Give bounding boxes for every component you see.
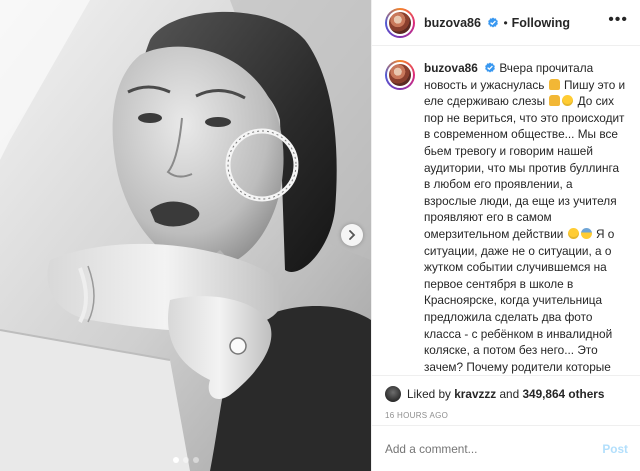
liker-username[interactable]: kravzzz [454,387,496,401]
caption-text: Я о ситуации, даже не о ситуации, а о жу… [424,226,615,374]
crying-face-emoji-icon [567,227,579,239]
post-photo [0,0,371,471]
praying-hands-emoji-icon [548,78,560,90]
caption-username[interactable]: buzova86 [424,61,478,75]
post-media[interactable] [0,0,371,471]
carousel-dot [182,457,189,463]
instagram-post: buzova86 • Following ••• buzova86 Вчера … [0,0,640,471]
liked-by-label: Liked by [407,387,451,401]
post-timestamp[interactable]: 16 HOURS AGO [385,411,628,420]
post-side-panel: buzova86 • Following ••• buzova86 Вчера … [371,0,640,471]
verified-badge-icon [485,62,495,73]
add-comment-bar: Post [372,425,640,471]
carousel-dot [172,457,179,463]
likes-section: Liked by kravzzz and 349,864 others 16 H… [372,375,640,425]
post-caption: buzova86 Вчера прочитала новость и ужасн… [424,60,628,375]
comment-input[interactable] [385,441,603,456]
likes-and-label: and [499,387,520,401]
liker-avatar[interactable] [385,386,401,402]
author-username[interactable]: buzova86 [424,16,499,30]
carousel-next-button[interactable] [341,224,363,246]
header-separator: • [503,15,508,30]
likes-count[interactable]: 349,864 others [522,387,604,401]
username-text[interactable]: buzova86 [424,16,481,30]
praying-hands-emoji-icon [549,95,561,107]
carousel-dot [192,457,199,463]
more-options-icon[interactable]: ••• [608,11,628,31]
caption-text: До сих пор не вериться, что это происход… [424,94,625,241]
author-avatar[interactable] [385,7,415,38]
comments-section: buzova86 Вчера прочитала новость и ужасн… [372,46,640,375]
verified-badge-icon [488,17,499,27]
carousel-indicator [0,457,371,463]
caption-avatar[interactable] [385,60,415,90]
worried-face-emoji-icon [562,95,574,107]
chevron-right-icon [349,230,356,240]
fearful-face-emoji-icon [580,227,592,239]
liked-by-row: Liked by kravzzz and 349,864 others [385,386,628,402]
post-comment-button[interactable]: Post [602,442,628,456]
following-button[interactable]: Following [512,16,570,30]
post-header: buzova86 • Following ••• [372,0,640,46]
